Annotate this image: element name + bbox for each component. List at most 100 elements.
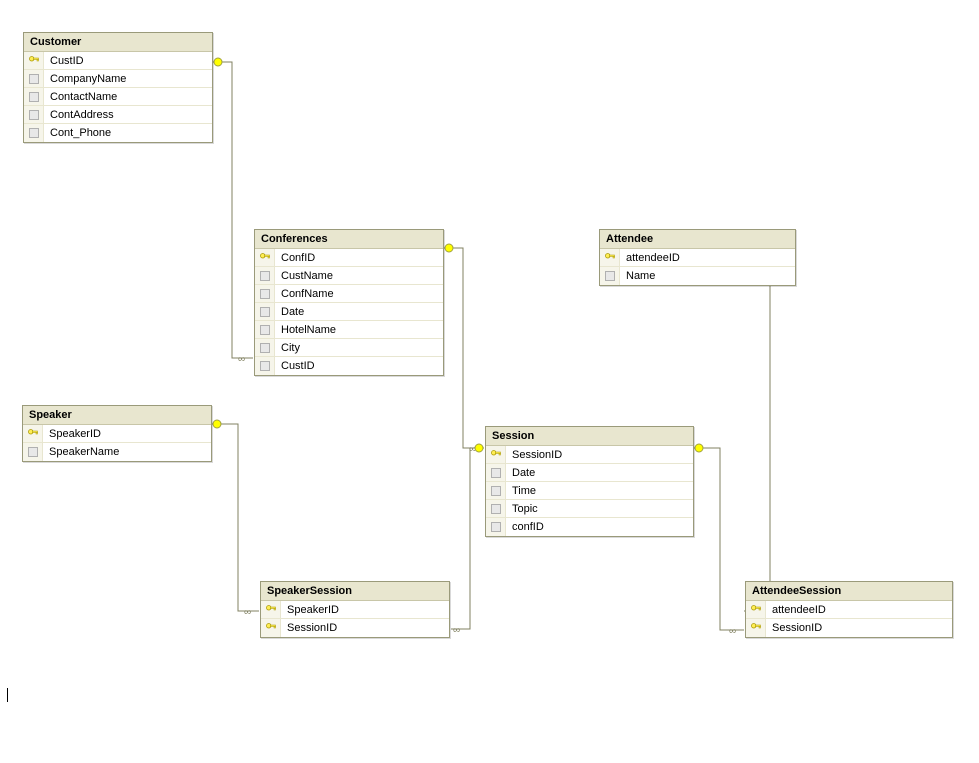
column-name: Cont_Phone: [44, 127, 212, 139]
column-row[interactable]: SpeakerID: [261, 601, 449, 619]
column-name: CustID: [275, 360, 443, 372]
column-row[interactable]: ContAddress: [24, 106, 212, 124]
column-name: SessionID: [766, 622, 952, 634]
column-row[interactable]: Cont_Phone: [24, 124, 212, 142]
table-header: AttendeeSession: [746, 582, 952, 601]
column-name: SessionID: [281, 622, 449, 634]
column-name: Name: [620, 270, 795, 282]
svg-text:∞: ∞: [469, 444, 476, 455]
column-indicator: [600, 267, 620, 285]
table-body: attendeeID SessionID: [746, 601, 952, 637]
primary-key-icon: [604, 252, 616, 264]
column-name: SpeakerID: [43, 428, 211, 440]
table-header: Customer: [24, 33, 212, 52]
column-name: CompanyName: [44, 73, 212, 85]
column-indicator: [255, 357, 275, 375]
column-indicator: [24, 70, 44, 87]
column-indicator: [24, 106, 44, 123]
primary-key-icon: [28, 55, 40, 67]
column-indicator: [486, 518, 506, 536]
column-row[interactable]: ContactName: [24, 88, 212, 106]
table-body: SpeakerID SessionID: [261, 601, 449, 637]
column-row[interactable]: SessionID: [486, 446, 693, 464]
column-row[interactable]: Date: [486, 464, 693, 482]
column-row[interactable]: SessionID: [746, 619, 952, 637]
column-name: attendeeID: [766, 604, 952, 616]
column-row[interactable]: attendeeID: [600, 249, 795, 267]
svg-text:∞: ∞: [453, 625, 460, 636]
pk-indicator: [486, 446, 506, 463]
column-row[interactable]: CustName: [255, 267, 443, 285]
column-indicator: [255, 303, 275, 320]
column-name: Date: [506, 467, 693, 479]
column-row[interactable]: attendeeID: [746, 601, 952, 619]
column-indicator: [255, 321, 275, 338]
erd-canvas: ∞ ∞ ∞ ∞ ∞ ∞ Customer CustIDCompanyNameCo…: [0, 0, 979, 763]
table-header: Conferences: [255, 230, 443, 249]
column-indicator: [486, 500, 506, 517]
table-attendeesession[interactable]: AttendeeSession attendeeID SessionID: [745, 581, 953, 638]
column-row[interactable]: SpeakerName: [23, 443, 211, 461]
primary-key-icon: [750, 622, 762, 634]
column-name: CustName: [275, 270, 443, 282]
column-name: Date: [275, 306, 443, 318]
column-row[interactable]: confID: [486, 518, 693, 536]
column-row[interactable]: ConfID: [255, 249, 443, 267]
pk-indicator: [24, 52, 44, 69]
table-header: SpeakerSession: [261, 582, 449, 601]
pk-indicator: [746, 619, 766, 637]
column-row[interactable]: CompanyName: [24, 70, 212, 88]
column-row[interactable]: Name: [600, 267, 795, 285]
column-row[interactable]: SpeakerID: [23, 425, 211, 443]
column-row[interactable]: ConfName: [255, 285, 443, 303]
table-header: Session: [486, 427, 693, 446]
table-body: attendeeID Name: [600, 249, 795, 285]
column-name: SessionID: [506, 449, 693, 461]
pk-indicator: [261, 619, 281, 637]
column-name: ContAddress: [44, 109, 212, 121]
column-name: ConfName: [275, 288, 443, 300]
table-header: Attendee: [600, 230, 795, 249]
column-name: ConfID: [275, 252, 443, 264]
column-indicator: [24, 124, 44, 142]
column-name: SpeakerID: [281, 604, 449, 616]
column-name: Time: [506, 485, 693, 497]
column-row[interactable]: City: [255, 339, 443, 357]
text-cursor: [7, 688, 8, 702]
column-indicator: [255, 339, 275, 356]
column-indicator: [255, 285, 275, 302]
pk-indicator: [261, 601, 281, 618]
column-row[interactable]: HotelName: [255, 321, 443, 339]
table-header: Speaker: [23, 406, 211, 425]
column-indicator: [23, 443, 43, 461]
primary-key-icon: [259, 252, 271, 264]
column-name: SpeakerName: [43, 446, 211, 458]
pk-indicator: [746, 601, 766, 618]
column-row[interactable]: CustID: [255, 357, 443, 375]
table-attendee[interactable]: Attendee attendeeID Name: [599, 229, 796, 286]
column-name: attendeeID: [620, 252, 795, 264]
column-indicator: [486, 482, 506, 499]
table-speakersession[interactable]: SpeakerSession SpeakerID SessionID: [260, 581, 450, 638]
pk-indicator: [255, 249, 275, 266]
primary-key-icon: [265, 604, 277, 616]
svg-text:∞: ∞: [244, 607, 251, 618]
table-session[interactable]: Session SessionID Date Time Topic confID: [485, 426, 694, 537]
table-body: SpeakerID SpeakerName: [23, 425, 211, 461]
table-conferences[interactable]: Conferences ConfID CustName ConfName Date Ho…: [254, 229, 444, 376]
column-name: HotelName: [275, 324, 443, 336]
column-name: Topic: [506, 503, 693, 515]
table-customer[interactable]: Customer CustID CompanyName ContactName Con…: [23, 32, 213, 143]
column-indicator: [486, 464, 506, 481]
column-name: City: [275, 342, 443, 354]
column-row[interactable]: Time: [486, 482, 693, 500]
column-name: confID: [506, 521, 693, 533]
column-row[interactable]: SessionID: [261, 619, 449, 637]
column-name: CustID: [44, 55, 212, 67]
table-body: CustID CompanyName ContactName ContAddress C…: [24, 52, 212, 142]
column-row[interactable]: CustID: [24, 52, 212, 70]
column-row[interactable]: Topic: [486, 500, 693, 518]
primary-key-icon: [750, 604, 762, 616]
column-row[interactable]: Date: [255, 303, 443, 321]
table-speaker[interactable]: Speaker SpeakerID SpeakerName: [22, 405, 212, 462]
